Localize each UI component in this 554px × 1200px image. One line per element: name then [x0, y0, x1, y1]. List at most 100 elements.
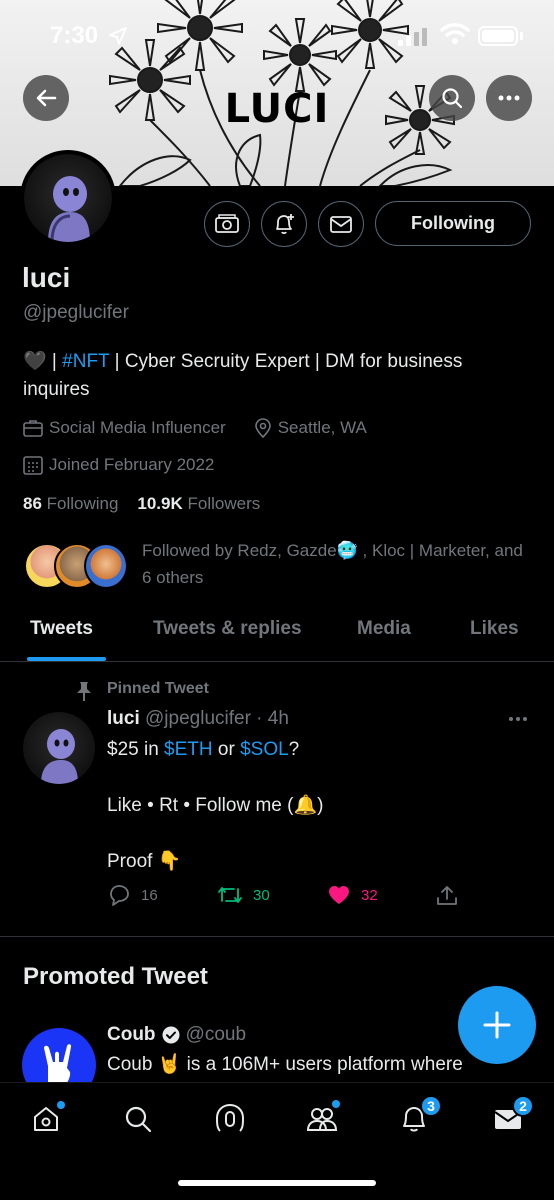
profile-joined: Joined February 2022 [49, 455, 215, 474]
nav-notifications[interactable]: 3 [394, 1095, 442, 1139]
tweet-line-1-suffix: ? [288, 739, 300, 760]
promoted-tweet-text: Coub 🤘 is a 106M+ users platform where [107, 1054, 463, 1075]
following-label: Following [46, 494, 119, 513]
pin-icon [77, 682, 91, 701]
promoted-tweet-heading: Promoted Tweet [23, 963, 208, 990]
nav-messages[interactable]: 2 [488, 1095, 534, 1139]
envelope-icon [330, 216, 352, 233]
money-icon [215, 214, 239, 233]
active-tab-indicator [27, 657, 106, 661]
pinned-tweet-label: Pinned Tweet [107, 680, 209, 697]
tweet-line-3: Proof 👇 [107, 851, 182, 872]
tweet-actions: 16 30 32 [107, 884, 507, 910]
profile-meta-row: Social Media Influencer Seattle, WA [23, 418, 367, 438]
location-pin-icon [254, 418, 271, 438]
share-action[interactable] [435, 884, 459, 908]
tweet-line-1-mid: or [212, 739, 241, 760]
status-time: 7:30 [50, 22, 99, 49]
cashtag-eth[interactable]: $ETH [164, 739, 213, 760]
profile-avatar[interactable] [20, 150, 116, 246]
microphone-spaces-icon [215, 1103, 245, 1132]
communities-unread-dot [332, 1100, 340, 1108]
battery-nub [520, 32, 523, 40]
back-button[interactable] [23, 75, 69, 121]
following-count-link[interactable]: 86 Following [23, 494, 118, 513]
status-bar: 7:30 [0, 0, 554, 70]
more-options-button[interactable] [486, 75, 532, 121]
battery-icon [478, 26, 518, 46]
following-count: 86 [23, 494, 42, 513]
verified-badge-icon [162, 1026, 180, 1044]
message-button[interactable] [318, 201, 364, 247]
search-icon [442, 88, 463, 109]
search-icon [125, 1106, 152, 1133]
home-icon [34, 1107, 58, 1131]
retweet-icon [218, 887, 242, 903]
share-icon [437, 886, 457, 905]
profile-category: Social Media Influencer [49, 418, 226, 437]
home-unread-dot [57, 1101, 65, 1109]
plus-icon [483, 1011, 511, 1039]
follower-avatar-3 [84, 543, 128, 589]
retweet-action[interactable]: 30 [217, 884, 270, 906]
nav-home[interactable] [26, 1099, 66, 1139]
arrow-left-icon [36, 89, 57, 107]
tip-jar-button[interactable] [204, 201, 250, 247]
notifications-badge: 3 [420, 1095, 442, 1117]
reply-count: 16 [141, 886, 158, 904]
followers-count: 10.9K [137, 494, 183, 513]
retweet-count: 30 [253, 886, 270, 904]
bio-hashtag-link[interactable]: #NFT [62, 351, 109, 372]
reply-action[interactable]: 16 [107, 884, 158, 906]
bell-plus-icon [276, 214, 294, 235]
notify-button[interactable] [261, 201, 307, 247]
nav-search[interactable] [118, 1099, 158, 1139]
tweet-text: $25 in $ETH or $SOL? Like • Rt • Follow … [107, 736, 527, 876]
promoted-handle: @coub [185, 1024, 247, 1045]
calendar-icon [23, 456, 43, 475]
tab-likes[interactable]: Likes [470, 618, 519, 640]
tweet-header: luci @jpeglucifer · 4h [107, 708, 289, 730]
following-button[interactable]: Following [375, 201, 531, 246]
home-indicator [178, 1180, 376, 1186]
search-button[interactable] [429, 75, 475, 121]
promoted-tweet-header: Coub @coub [107, 1024, 246, 1046]
messages-badge: 2 [512, 1095, 534, 1117]
profile-location: Seattle, WA [277, 418, 367, 437]
like-action[interactable]: 32 [327, 884, 378, 906]
nav-spaces[interactable] [210, 1099, 250, 1139]
followed-by-text[interactable]: Followed by Redz, Gazde🥶 , Kloc | Market… [142, 537, 532, 591]
cellular-signal-icon [398, 28, 427, 46]
tweet-more-icon[interactable] [508, 716, 528, 722]
location-arrow-icon [109, 27, 127, 45]
profile-stats: 86 Following 10.9K Followers [23, 494, 260, 514]
tweet-author-name[interactable]: luci [107, 708, 140, 729]
ellipsis-icon [498, 95, 520, 101]
followers-label: Followers [187, 494, 261, 513]
tweet-line-1-prefix: $25 in [107, 739, 165, 760]
nav-communities[interactable] [302, 1099, 342, 1139]
communities-icon [306, 1108, 338, 1131]
tab-tweets-and-replies[interactable]: Tweets & replies [153, 618, 302, 640]
bio-prefix: 🖤 | [23, 351, 63, 372]
followers-count-link[interactable]: 10.9K Followers [137, 494, 260, 513]
briefcase-icon [23, 420, 43, 437]
section-divider [0, 936, 554, 937]
profile-display-name: luci [22, 262, 71, 293]
promoted-author[interactable]: Coub [107, 1024, 156, 1046]
tweet-author-avatar[interactable] [23, 712, 95, 784]
reply-icon [110, 885, 129, 906]
tab-media[interactable]: Media [357, 618, 411, 640]
profile-tabs: Tweets Tweets & replies Media Likes [0, 612, 554, 662]
tweet-line-1: $25 in $ETH or $SOL? [107, 736, 527, 764]
profile-joined-row: Joined February 2022 [23, 455, 214, 475]
wifi-icon [440, 23, 470, 44]
tab-tweets[interactable]: Tweets [30, 618, 93, 640]
tweet-line-2: Like • Rt • Follow me (🔔) [107, 795, 324, 816]
profile-bio: 🖤 | #NFT | Cyber Secruity Expert | DM fo… [23, 348, 533, 404]
cashtag-sol[interactable]: $SOL [240, 739, 289, 760]
compose-tweet-button[interactable] [458, 986, 536, 1064]
profile-handle: @jpeglucifer [23, 302, 129, 323]
followed-by-avatars[interactable] [24, 543, 134, 591]
like-count: 32 [361, 886, 378, 904]
